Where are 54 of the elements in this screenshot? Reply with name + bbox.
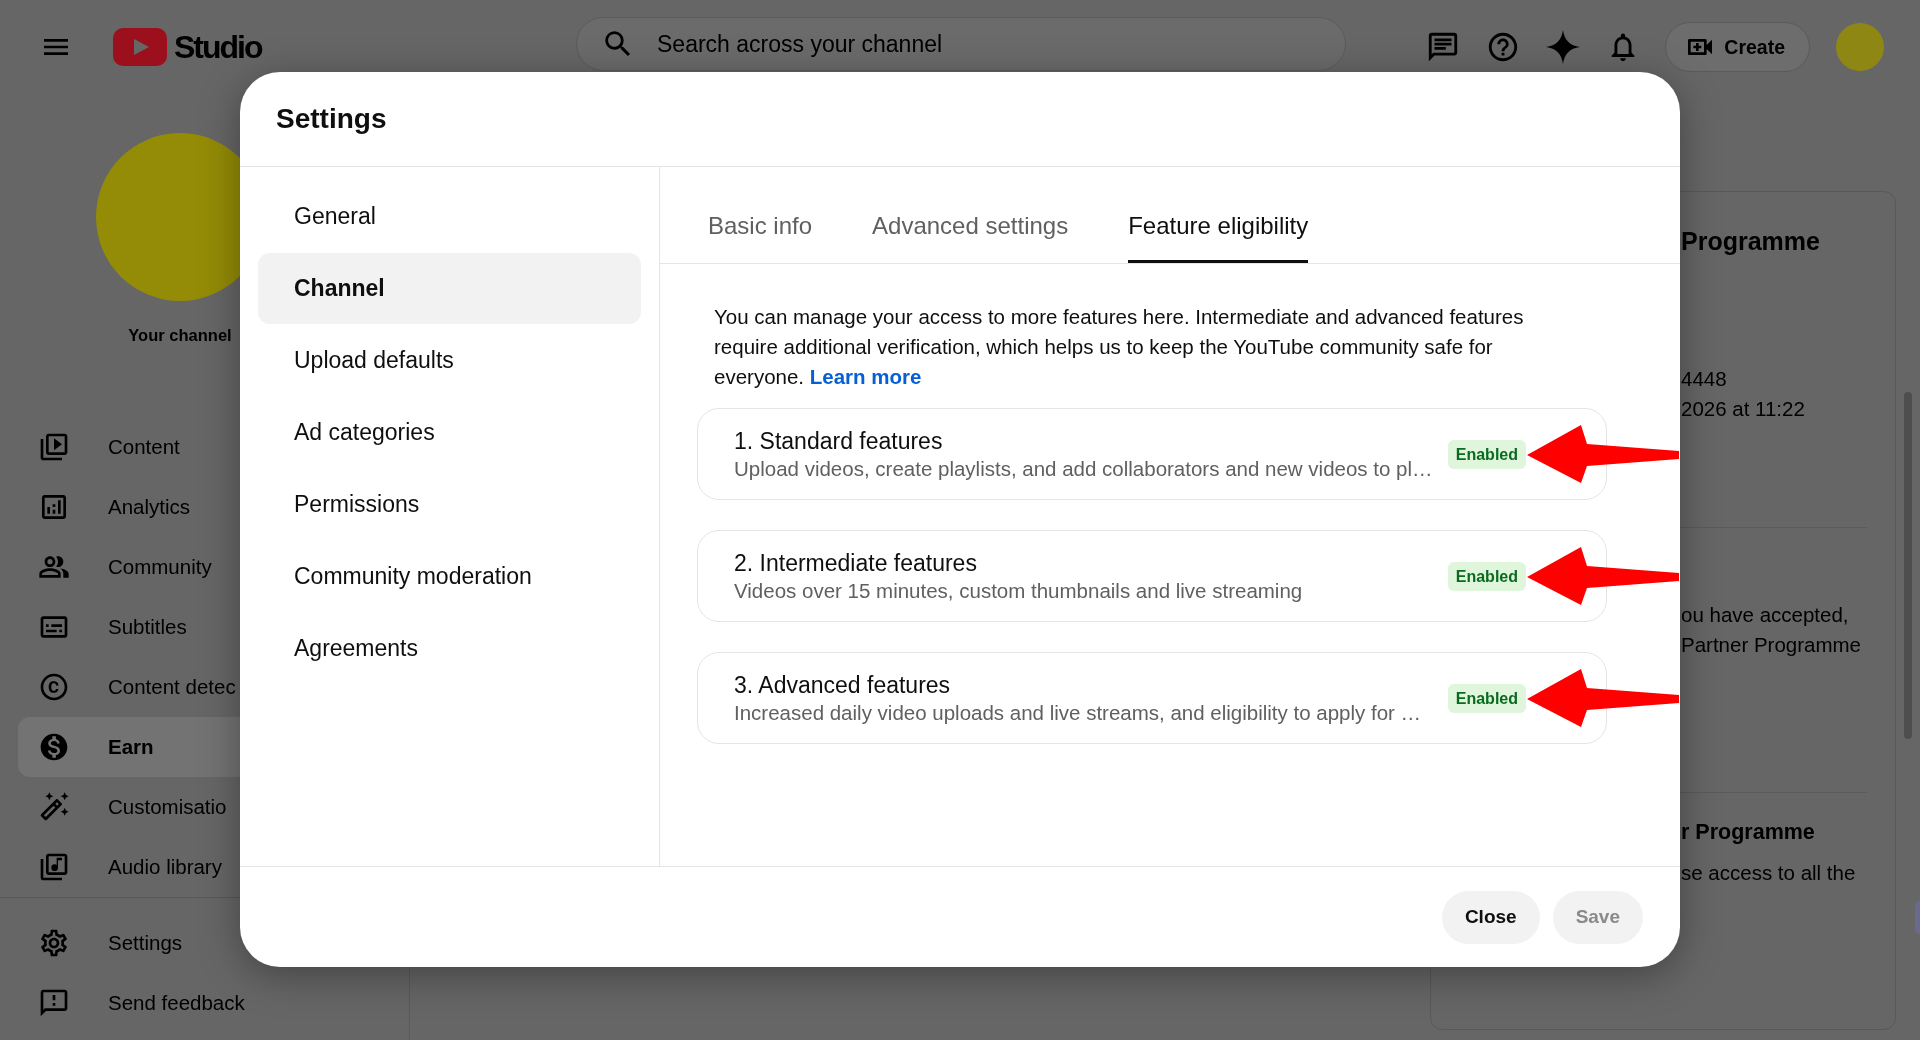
dialog-title: Settings [276, 103, 387, 135]
logo-text: Studio [174, 28, 262, 66]
tab[interactable]: Feature eligibility [1128, 167, 1309, 263]
status-badge: Enabled [1447, 683, 1526, 713]
settings-icon [38, 927, 70, 959]
tab[interactable]: Advanced settings [872, 167, 1069, 263]
channel-label: Your channel [128, 325, 232, 345]
settings-nav-item[interactable]: Ad categories [258, 397, 641, 468]
create-button[interactable]: Create [1665, 22, 1810, 72]
sidebar-item[interactable]: Settings [18, 913, 240, 973]
sidebar-item[interactable]: Audio library [18, 837, 240, 897]
sidebar-item[interactable]: Customisatio [18, 777, 240, 837]
sidebar-item[interactable]: Content [18, 417, 240, 477]
copyright-icon [38, 671, 70, 703]
sidebar-item[interactable]: Analytics [18, 477, 240, 537]
sidebar-item[interactable]: Earn [18, 717, 240, 777]
sidebar-item[interactable]: Subtitles [18, 597, 240, 657]
body-text: se access to all the [1681, 860, 1857, 886]
video-library-icon [38, 431, 70, 463]
settings-nav-item[interactable]: Agreements [258, 613, 641, 684]
settings-nav-item[interactable]: Permissions [258, 469, 641, 540]
music-library-icon [38, 851, 70, 883]
settings-nav-item[interactable]: General [258, 181, 641, 252]
card-heading: Programme [1681, 226, 1821, 256]
feature-description: Videos over 15 minutes, custom thumbnails and live streaming [734, 577, 1303, 604]
learn-more-link[interactable]: Learn more [809, 365, 922, 388]
body-text: ou have accepted, [1681, 602, 1850, 628]
detail-text: 2026 at 11:22 [1681, 396, 1806, 422]
status-badge: Enabled [1447, 561, 1526, 591]
body-text: Partner Programme [1681, 632, 1862, 658]
feature-description: Upload videos, create playlists, and add collaborators and new videos to pl… [734, 455, 1433, 482]
close-button[interactable]: Close [1441, 890, 1540, 944]
feature-title: 3. Advanced features [734, 670, 951, 699]
feature-title: 1. Standard features [734, 426, 943, 455]
scrollbar-thumb[interactable] [1904, 392, 1912, 739]
feature-title: 2. Intermediate features [734, 548, 977, 577]
dollar-icon [38, 731, 70, 763]
sidebar-item[interactable]: Community [18, 537, 240, 597]
settings-nav-item[interactable]: Community moderation [258, 541, 641, 612]
sparkle-icon[interactable] [1546, 30, 1581, 64]
tab[interactable]: Basic info [708, 167, 813, 263]
sidebar-item[interactable]: Send feedback [18, 973, 251, 1033]
sidebar-item[interactable]: Content detec [18, 657, 242, 717]
intro-text: You can manage your access to more features here. Intermediate and advanced features require additional verification, which helps us to keep the YouTube community safe for everyone. Learn more [714, 304, 1525, 390]
search-input[interactable]: Search across your channel [657, 30, 977, 58]
feature-description: Increased daily video uploads and live streams, and eligibility to apply for … [734, 699, 1422, 726]
magic-wand-icon [38, 791, 70, 823]
status-badge: Enabled [1447, 439, 1526, 469]
channel-avatar[interactable] [96, 133, 240, 301]
detail-text: 4448 [1681, 366, 1728, 392]
settings-nav-item[interactable]: Channel [258, 253, 641, 324]
section-heading: r Programme [1681, 819, 1816, 846]
settings-nav-item[interactable]: Upload defaults [258, 325, 641, 396]
search-field[interactable]: Search across your channel [576, 17, 1346, 71]
